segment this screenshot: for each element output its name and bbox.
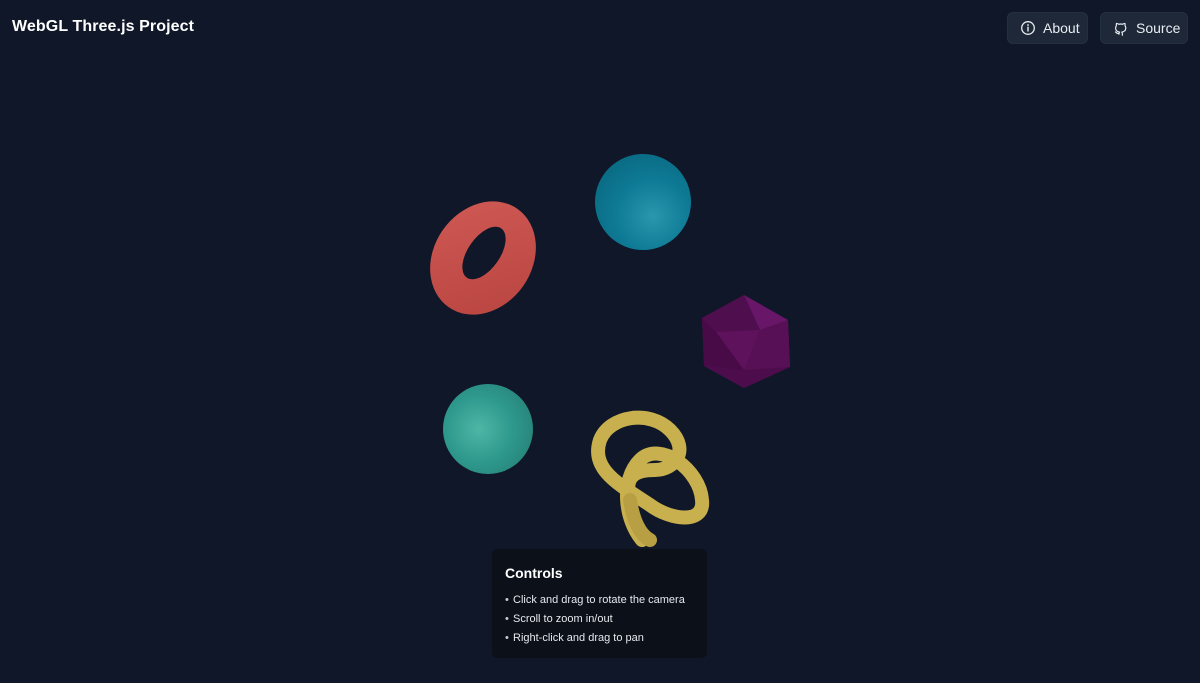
controls-item: • Right-click and drag to pan [505,632,644,644]
torus-knot-object [591,410,710,547]
icosahedron-object [702,295,790,388]
controls-title: Controls [505,565,563,581]
controls-panel: Controls • Click and drag to rotate the c… [492,549,707,658]
controls-item: • Click and drag to rotate the camera [505,594,685,606]
torus-object [430,201,536,315]
sphere-object [595,154,691,250]
controls-item: • Scroll to zoom in/out [505,613,613,625]
controls-list: • Click and drag to rotate the camera • Sc… [505,591,694,648]
cone-object [443,384,533,474]
app-window: WebGL Three.js Project About Source Cont… [0,0,1200,683]
